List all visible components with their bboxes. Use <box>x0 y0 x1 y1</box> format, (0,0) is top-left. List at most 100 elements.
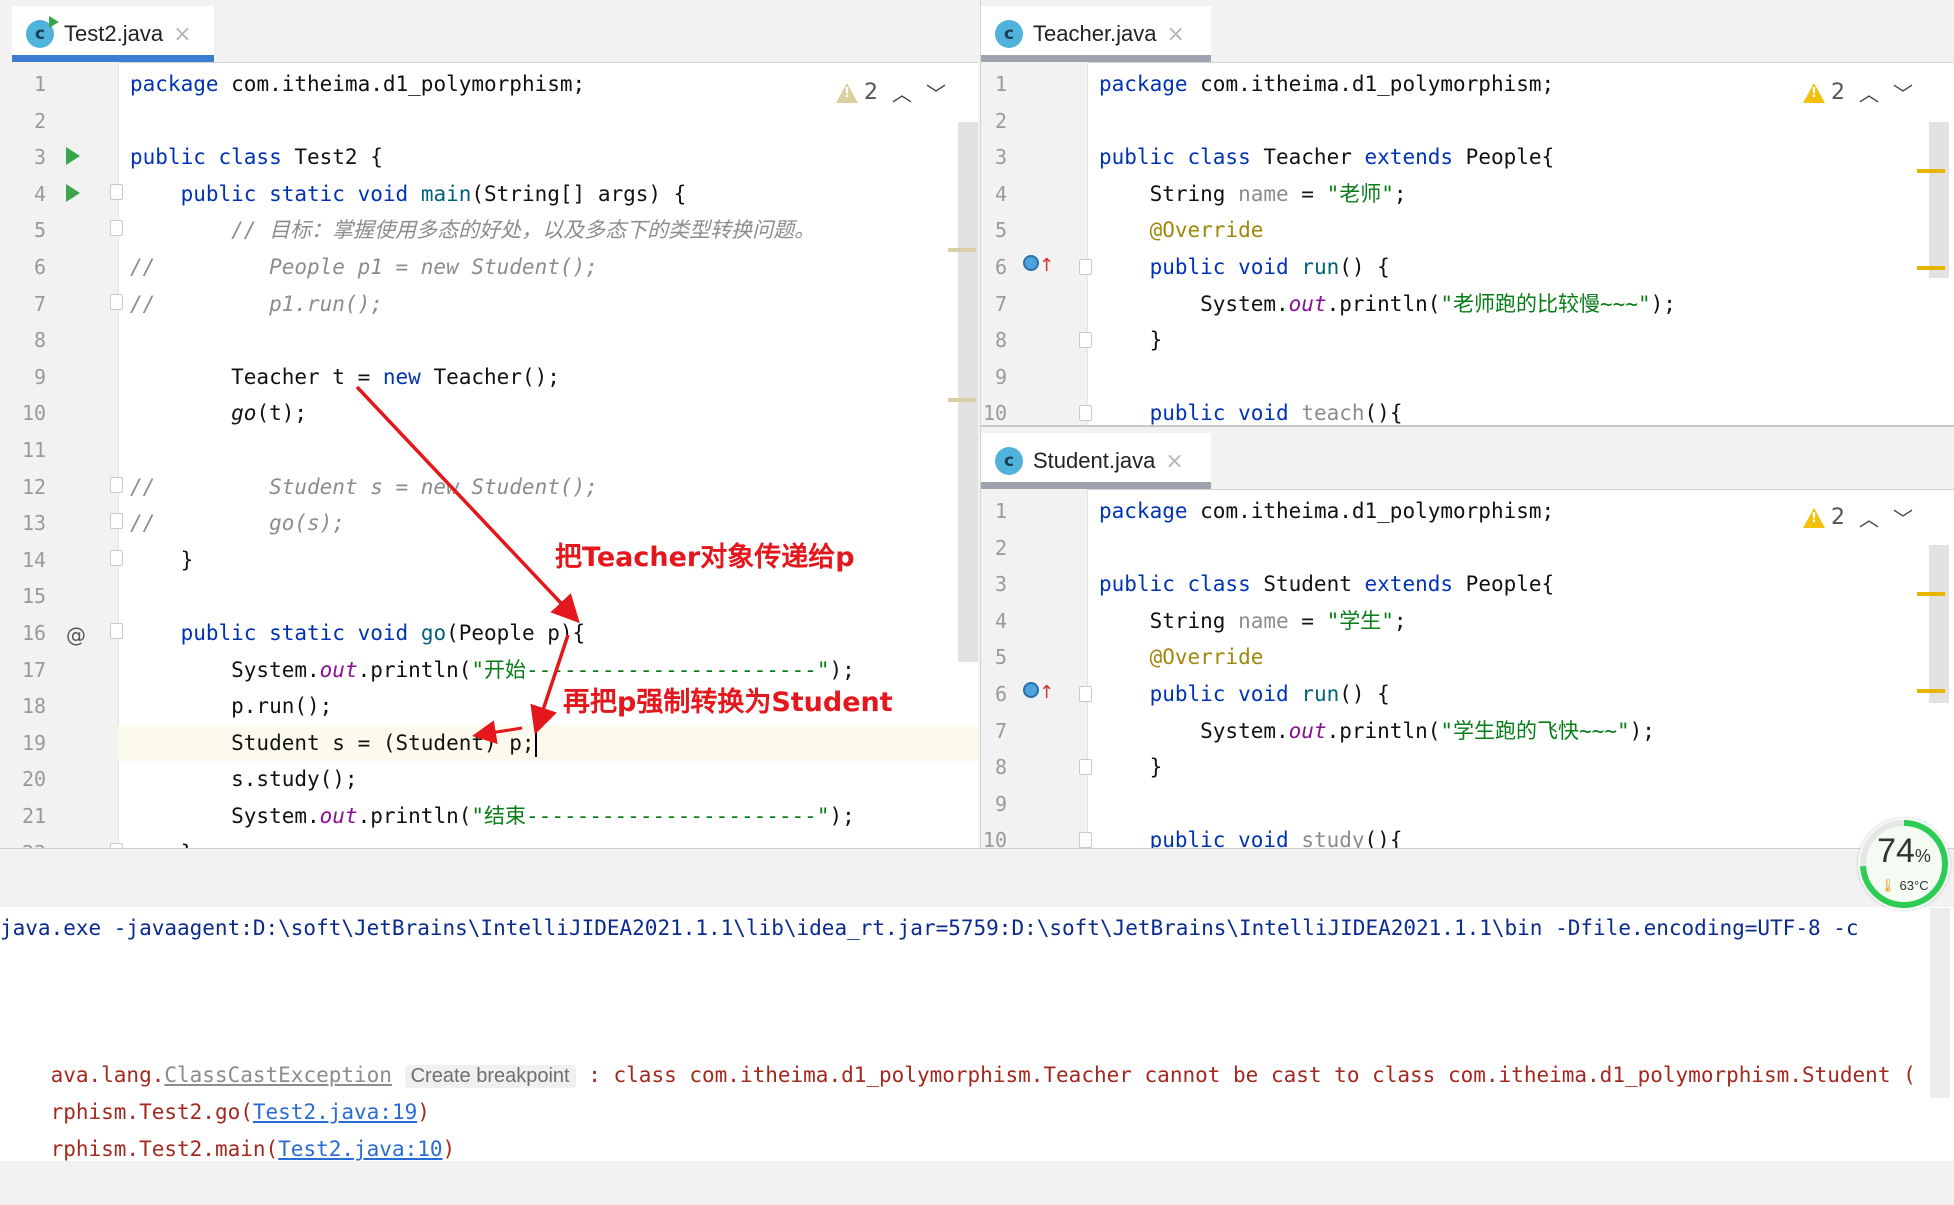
code-line[interactable]: // 目标：掌握使用多态的好处，以及多态下的类型转换问题。 <box>118 212 978 249</box>
warning-marker[interactable] <box>1917 689 1945 693</box>
code-line[interactable] <box>118 432 978 469</box>
fold-icon[interactable] <box>110 183 123 200</box>
code-line[interactable] <box>118 103 978 140</box>
line-number: 9 <box>33 364 46 389</box>
warnings-indicator[interactable]: 2 ︿ ﹀ <box>836 78 946 107</box>
cpu-percent: 74% <box>1858 832 1950 871</box>
line-number: 21 <box>22 804 47 828</box>
code-line[interactable]: public class Teacher extends People{ <box>1087 139 1954 176</box>
code-line[interactable]: } <box>1087 322 1954 359</box>
code-line[interactable]: public static void go(People p){ <box>118 615 978 652</box>
code-area[interactable]: package com.itheima.d1_polymorphism; 1 2 pu… <box>0 62 978 848</box>
console-scrollbar[interactable] <box>1930 908 1950 1098</box>
code-line[interactable]: @Override <box>1087 212 1954 249</box>
code-line[interactable]: public static void main(String[] args) { <box>118 176 978 213</box>
warning-marker[interactable] <box>1917 169 1945 173</box>
code-line[interactable] <box>118 322 978 359</box>
code-line[interactable]: @Override <box>1087 639 1954 676</box>
chevron-down-icon[interactable]: ﹀ <box>1893 78 1913 107</box>
vertical-scrollbar[interactable] <box>1929 122 1949 278</box>
run-icon[interactable] <box>66 183 80 207</box>
code-line[interactable]: public class Student extends People{ <box>1087 566 1954 603</box>
close-icon[interactable]: × <box>173 22 191 47</box>
code-line[interactable]: // People p1 = new Student(); <box>118 249 978 286</box>
line-number: 6 <box>994 682 1007 706</box>
fold-icon[interactable] <box>1079 405 1092 422</box>
override-method-icon[interactable]: ↑ <box>1023 682 1054 703</box>
fold-icon[interactable] <box>1079 686 1092 702</box>
create-breakpoint-button[interactable]: Create breakpoint <box>404 1065 576 1088</box>
chevron-up-icon[interactable]: ︿ <box>892 78 912 107</box>
temperature: 🌡 63°C <box>1858 878 1950 894</box>
fold-icon[interactable] <box>1079 259 1092 275</box>
fold-icon[interactable] <box>110 623 123 639</box>
code-line[interactable]: public class Test2 { <box>118 139 978 176</box>
fold-icon[interactable] <box>110 549 123 566</box>
warning-marker[interactable] <box>1917 266 1945 270</box>
fold-icon[interactable] <box>110 293 123 310</box>
student-tab-bar: c Student.java × <box>981 427 1954 490</box>
warning-icon <box>836 82 858 103</box>
code-line[interactable]: System.out.println("结束------------------… <box>118 798 978 835</box>
line-number: 10 <box>22 401 47 426</box>
vertical-scrollbar[interactable] <box>1929 545 1949 703</box>
code-area[interactable]: package com.itheima.d1_polymorphism; 1 2 pu… <box>981 489 1954 850</box>
fold-icon[interactable] <box>1079 759 1092 776</box>
run-icon[interactable] <box>66 147 80 170</box>
chevron-down-icon[interactable]: ﹀ <box>1893 503 1913 532</box>
code-line[interactable]: s.study(); <box>118 761 978 798</box>
tab-student-java[interactable]: c Student.java × <box>981 433 1211 489</box>
override-method-icon[interactable]: ↑ <box>1023 255 1054 276</box>
warning-icon <box>1803 507 1825 528</box>
code-line[interactable]: } <box>118 835 978 848</box>
code-line[interactable]: String name = "学生"; <box>1087 603 1954 640</box>
code-line[interactable]: public void teach(){ <box>1087 395 1954 425</box>
trace-text: rphism.Test2.main( <box>50 1137 279 1161</box>
fold-icon[interactable] <box>1079 332 1092 349</box>
code-line[interactable]: public void run() { <box>1087 249 1954 286</box>
fold-icon[interactable] <box>110 476 123 493</box>
console-command-line: java.exe -javaagent:D:\soft\JetBrains\In… <box>0 916 1859 940</box>
line-number: 1 <box>33 72 46 96</box>
code-line[interactable]: } <box>1087 749 1954 786</box>
code-line[interactable]: Teacher t = new Teacher(); <box>118 359 978 396</box>
close-icon[interactable]: × <box>1167 22 1185 47</box>
close-icon[interactable]: × <box>1165 449 1183 474</box>
code-line[interactable] <box>1087 359 1954 396</box>
cpu-monitor-widget[interactable]: 74% 🌡 63°C <box>1858 818 1950 910</box>
warnings-indicator[interactable]: 2 ︿ ﹀ <box>1803 503 1913 532</box>
code-line[interactable]: // Student s = new Student(); <box>118 469 978 506</box>
code-line[interactable] <box>1087 786 1954 823</box>
chevron-up-icon[interactable]: ︿ <box>1859 503 1879 532</box>
code-line[interactable]: Student s = (Student) p; <box>118 724 978 762</box>
fold-icon[interactable] <box>1079 832 1092 849</box>
code-line[interactable]: String name = "老师"; <box>1087 176 1954 213</box>
text-caret <box>534 730 537 757</box>
code-line[interactable]: System.out.println("老师跑的比较慢~~~"); <box>1087 286 1954 323</box>
line-number: 14 <box>22 547 47 572</box>
code-line[interactable]: public void run() { <box>1087 676 1954 713</box>
code-line[interactable]: public void study(){ <box>1087 822 1954 850</box>
warning-marker[interactable] <box>948 398 976 402</box>
code-line[interactable]: System.out.println("学生跑的飞快~~~"); <box>1087 713 1954 750</box>
fold-icon[interactable] <box>110 220 123 237</box>
fold-icon[interactable] <box>110 513 123 530</box>
chevron-down-icon[interactable]: ﹀ <box>926 78 946 107</box>
trace-link[interactable]: Test2.java:10 <box>278 1137 442 1161</box>
code-line[interactable] <box>118 578 978 615</box>
code-line[interactable] <box>1087 103 1954 140</box>
code-line[interactable]: go(t); <box>118 395 978 432</box>
tab-teacher-java[interactable]: c Teacher.java × <box>981 6 1211 62</box>
chevron-up-icon[interactable]: ︿ <box>1859 78 1879 107</box>
warnings-indicator[interactable]: 2 ︿ ﹀ <box>1803 78 1913 107</box>
code-area[interactable]: package com.itheima.d1_polymorphism; 1 2 pu… <box>981 62 1954 425</box>
warning-count: 2 <box>1831 80 1845 105</box>
code-line[interactable] <box>1087 530 1954 567</box>
vertical-scrollbar[interactable] <box>958 122 978 662</box>
warning-marker[interactable] <box>1917 592 1945 596</box>
tab-label: Test2.java <box>64 21 164 46</box>
implementation-icon[interactable]: @ <box>66 623 86 647</box>
code-line[interactable]: // p1.run(); <box>118 286 978 323</box>
tab-test2-java[interactable]: c Test2.java × <box>12 6 214 62</box>
warning-marker[interactable] <box>948 248 976 252</box>
